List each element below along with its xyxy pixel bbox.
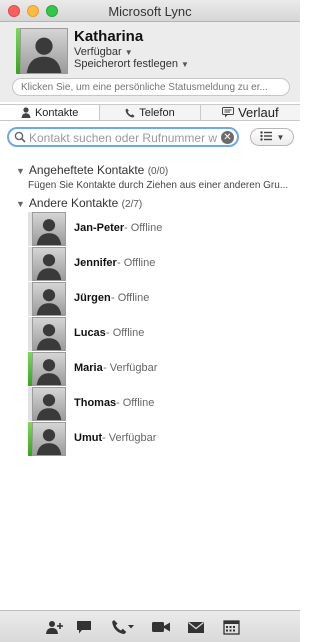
- chat-history-icon: [222, 107, 235, 118]
- mail-icon[interactable]: [187, 617, 205, 637]
- disclosure-triangle-icon: ▼: [16, 199, 25, 209]
- tab-phone-label: Telefon: [139, 106, 175, 119]
- chevron-down-icon: ▼: [124, 48, 133, 57]
- close-icon: ✕: [223, 132, 232, 143]
- person-silhouette-icon: [36, 289, 62, 315]
- contact-status-label: Offline: [122, 397, 155, 409]
- tab-history-label: Verlauf: [238, 105, 279, 120]
- clear-search-button[interactable]: ✕: [221, 131, 234, 144]
- my-status-header: Katharina Verfügbar ▼ Speicherort festleg…: [0, 22, 300, 102]
- contact-row[interactable]: Maria - Verfügbar: [28, 352, 288, 386]
- personal-note-input[interactable]: [12, 78, 290, 96]
- group-header-pinned[interactable]: ▼ Angeheftete Kontakte (0/0): [16, 163, 168, 177]
- contact-row[interactable]: Jan-Peter - Offline: [28, 212, 288, 246]
- contact-status: - Offline: [124, 222, 162, 234]
- person-silhouette-icon: [36, 429, 62, 455]
- tab-history[interactable]: Verlauf: [201, 105, 300, 120]
- contact-status: - Offline: [117, 257, 155, 269]
- status-separator: -: [106, 327, 113, 339]
- group-header-other[interactable]: ▼ Andere Kontakte (2/7): [16, 196, 142, 210]
- contact-row[interactable]: Thomas - Offline: [28, 387, 288, 421]
- main-tabs: Kontakte Telefon Verlauf: [0, 104, 300, 121]
- contact-row[interactable]: Jennifer - Offline: [28, 247, 288, 281]
- view-options-button[interactable]: ▼: [250, 128, 294, 146]
- contact-avatar: [32, 282, 66, 316]
- contact-avatar: [32, 387, 66, 421]
- tab-contacts[interactable]: Kontakte: [0, 105, 101, 120]
- contact-name: Jennifer: [74, 257, 117, 269]
- group-label: Angeheftete Kontakte: [28, 163, 145, 177]
- location-label: Speicherort festlegen: [74, 58, 178, 70]
- location-dropdown[interactable]: Speicherort festlegen ▼: [74, 58, 189, 70]
- my-name: Katharina: [74, 28, 144, 45]
- person-silhouette-icon: [36, 219, 62, 245]
- my-avatar[interactable]: [20, 28, 68, 74]
- phone-icon: [125, 108, 135, 118]
- chevron-down-icon: ▼: [276, 132, 285, 142]
- contact-status-label: Verfügbar: [109, 362, 158, 374]
- person-silhouette-icon: [36, 254, 62, 280]
- contact-row[interactable]: Umut - Verfügbar: [28, 422, 288, 456]
- person-icon: [21, 107, 31, 118]
- contact-status: - Verfügbar: [103, 362, 157, 374]
- contact-status-label: Verfügbar: [108, 432, 157, 444]
- contact-name: Maria: [74, 362, 103, 374]
- status-separator: -: [124, 222, 131, 234]
- person-silhouette-icon: [36, 359, 62, 385]
- status-separator: -: [111, 292, 118, 304]
- person-silhouette-icon: [26, 37, 62, 73]
- contact-name: Umut: [74, 432, 103, 444]
- group-count: (0/0): [147, 166, 169, 177]
- search-input[interactable]: [29, 130, 219, 145]
- video-icon[interactable]: [151, 617, 171, 637]
- contact-name: Thomas: [74, 397, 117, 409]
- contact-avatar: [32, 247, 66, 281]
- my-status-dropdown[interactable]: Verfügbar ▼: [74, 46, 133, 58]
- contact-row[interactable]: Lucas - Offline: [28, 317, 288, 351]
- disclosure-triangle-icon: ▼: [16, 166, 25, 176]
- search-icon: [14, 131, 26, 146]
- status-separator: -: [116, 397, 123, 409]
- contact-avatar: [32, 422, 66, 456]
- chat-icon[interactable]: [75, 617, 93, 637]
- list-view-icon: [259, 130, 273, 144]
- call-icon[interactable]: [110, 617, 136, 637]
- my-status-label: Verfügbar: [74, 46, 122, 58]
- status-separator: -: [103, 362, 110, 374]
- contact-status-label: Offline: [117, 292, 150, 304]
- window-title: Microsoft Lync: [108, 4, 192, 19]
- contact-status-label: Offline: [123, 257, 156, 269]
- tab-contacts-label: Kontakte: [34, 106, 79, 119]
- group-count: (2/7): [121, 199, 143, 210]
- bottom-toolbar: [0, 610, 300, 642]
- contact-status-label: Offline: [112, 327, 145, 339]
- contact-status: - Offline: [116, 397, 154, 409]
- contact-status: - Offline: [111, 292, 149, 304]
- contact-status-label: Offline: [130, 222, 163, 234]
- status-separator: -: [102, 432, 109, 444]
- group-label: Andere Kontakte: [28, 196, 119, 210]
- calendar-icon[interactable]: [222, 617, 240, 637]
- contact-avatar: [32, 352, 66, 386]
- contact-avatar: [32, 317, 66, 351]
- contact-status: - Offline: [106, 327, 144, 339]
- tab-phone[interactable]: Telefon: [100, 105, 201, 120]
- person-silhouette-icon: [36, 324, 62, 350]
- contact-name: Jan-Peter: [74, 222, 125, 234]
- contact-name: Jürgen: [74, 292, 111, 304]
- title-bar: Microsoft Lync: [0, 0, 300, 22]
- contact-row[interactable]: Jürgen - Offline: [28, 282, 288, 316]
- contact-search-box: ✕: [7, 127, 239, 147]
- status-separator: -: [117, 257, 124, 269]
- add-contact-icon[interactable]: [44, 617, 66, 637]
- person-silhouette-icon: [36, 394, 62, 420]
- chevron-down-icon: ▼: [180, 60, 189, 69]
- contact-status: - Verfügbar: [102, 432, 156, 444]
- contact-avatar: [32, 212, 66, 246]
- contact-name: Lucas: [74, 327, 106, 339]
- pinned-group-hint: Fügen Sie Kontakte durch Ziehen aus eine…: [28, 180, 289, 191]
